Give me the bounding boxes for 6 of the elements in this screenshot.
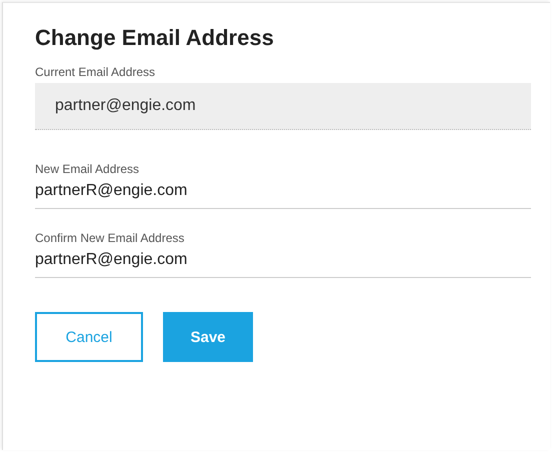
field-label: Confirm New Email Address — [35, 231, 186, 245]
field-label: New Email Address — [35, 162, 140, 176]
input-field[interactable]: partnerR@engie.com — [35, 180, 531, 209]
input-field[interactable]: partnerR@engie.com — [35, 249, 531, 278]
dialog-title: Change Email Address — [35, 25, 275, 51]
field-label: Current Email Address — [35, 65, 156, 79]
